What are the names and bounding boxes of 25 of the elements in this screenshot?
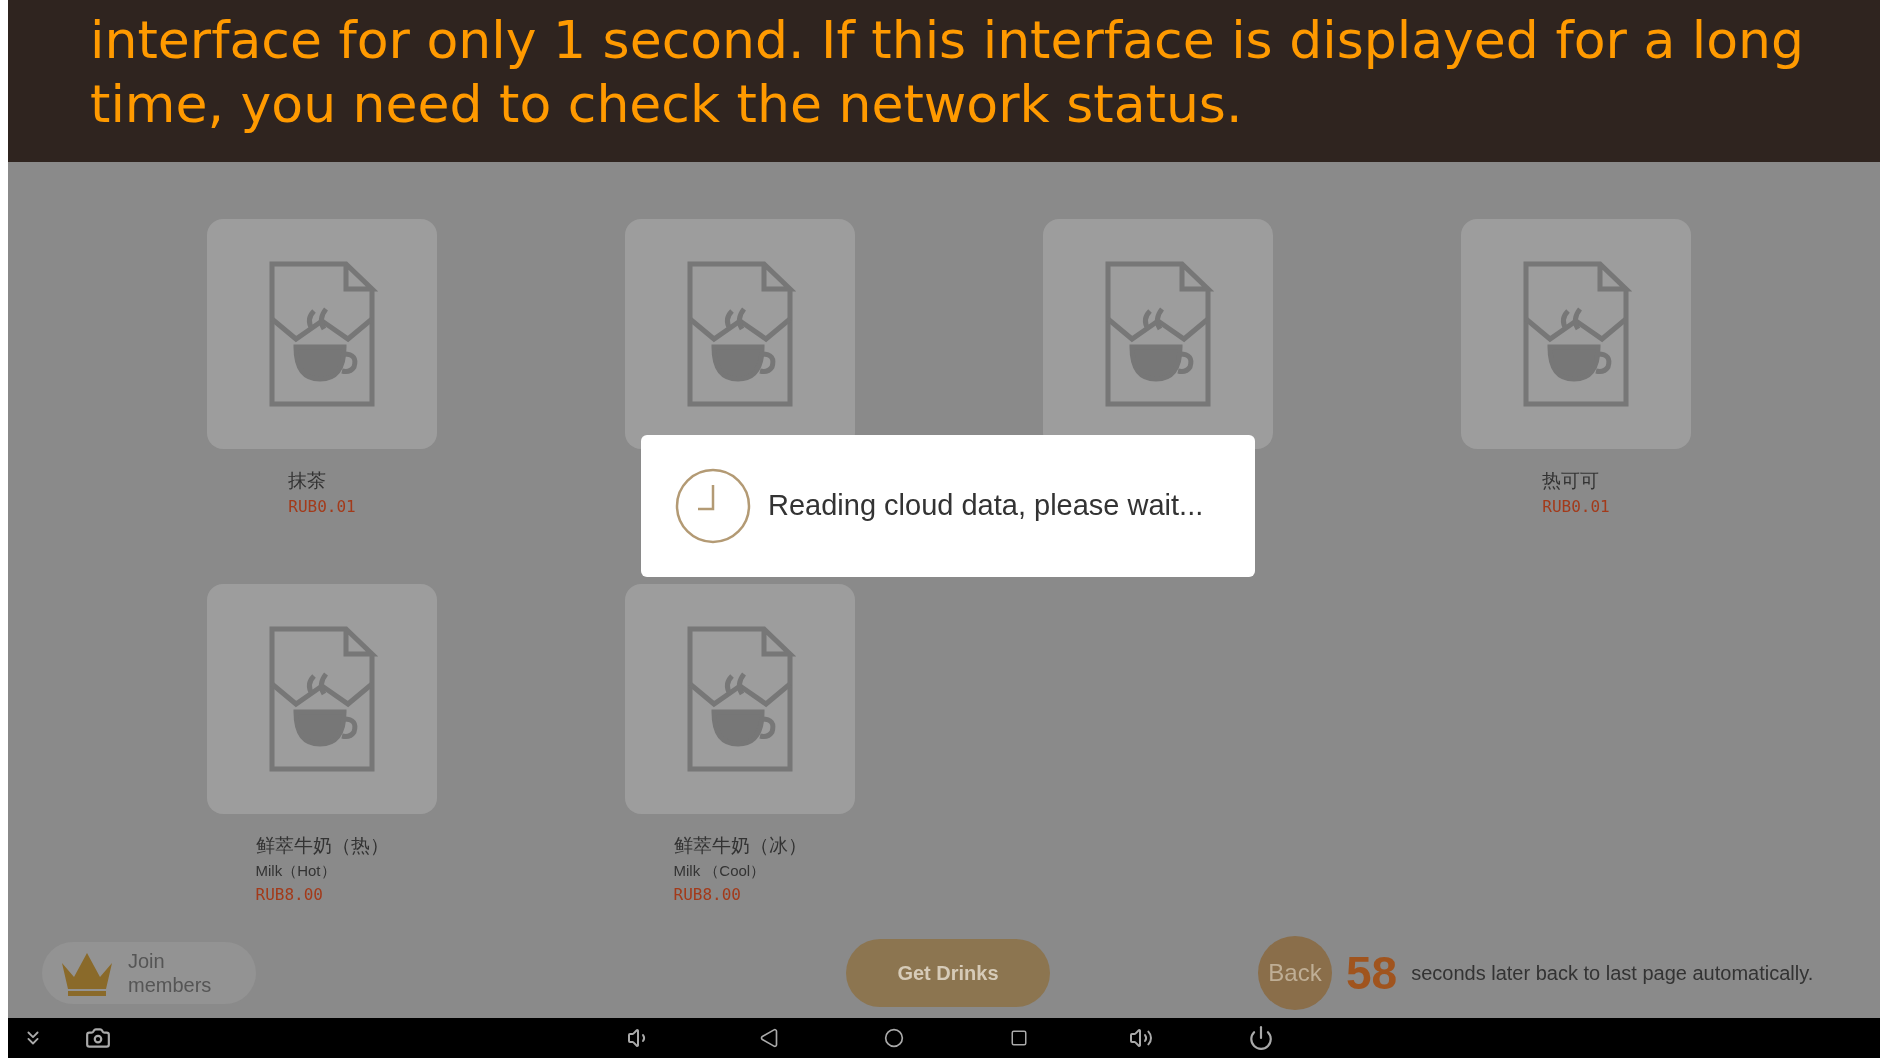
product-subtitle: Milk（Hot） — [255, 861, 336, 882]
product-name: 鲜萃牛奶（冰） — [673, 833, 807, 858]
product-card[interactable] — [1043, 218, 1273, 449]
recents-icon[interactable] — [1010, 1029, 1028, 1048]
power-icon[interactable] — [1248, 1025, 1274, 1052]
join-members-label: Join members — [128, 949, 213, 998]
product-name: 鲜萃牛奶（热） — [255, 833, 389, 858]
product-subtitle: Milk （Cool） — [673, 861, 766, 882]
get-drinks-button[interactable]: Get Drinks — [846, 939, 1050, 1008]
product-price: RUB8.00 — [255, 883, 323, 906]
product-name: 抹茶 — [288, 468, 327, 493]
product-price: RUB8.00 — [673, 883, 741, 906]
countdown-text: seconds later back to last page automatically. — [1411, 961, 1814, 987]
clock-icon — [674, 467, 752, 545]
product-price: RUB0.01 — [1542, 496, 1610, 519]
back-button[interactable]: Back — [1258, 936, 1332, 1011]
product-card[interactable] — [625, 218, 855, 449]
annotation-text: interface for only 1 second. If this interface is displayed for a long time, you need to check the network status. — [90, 9, 1806, 136]
back-icon[interactable] — [759, 1028, 779, 1049]
home-icon[interactable] — [884, 1028, 904, 1049]
countdown-number: 58 — [1346, 945, 1398, 1001]
loading-message: Reading cloud data, please wait... — [768, 488, 1204, 524]
product-price: RUB0.01 — [288, 496, 356, 519]
join-members-button[interactable]: Join members — [42, 942, 256, 1005]
product-name: 热可可 — [1542, 468, 1600, 493]
